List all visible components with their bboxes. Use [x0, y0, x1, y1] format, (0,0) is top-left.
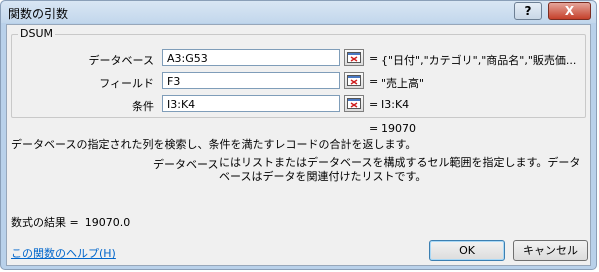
arg-description-name: データベース — [153, 158, 219, 171]
arg-result: {"日付","カテゴリ","商品名","販売価... — [381, 54, 577, 67]
arg-result: I3:K4 — [381, 98, 410, 111]
formula-result-label: 数式の結果 = — [11, 216, 79, 229]
help-button[interactable]: ? — [514, 2, 542, 20]
arg-label: 条件 — [132, 100, 154, 113]
arg-description-text: にはリストまたはデータベースを構成するセル範囲を指定します。データベースはデータ… — [219, 156, 581, 183]
ok-button[interactable]: OK — [429, 240, 505, 261]
arg-row-criteria: 条件 I3:K4 = I3:K4 — [12, 95, 587, 113]
arg-label: フィールド — [99, 77, 154, 90]
function-help-link[interactable]: この関数のヘルプ(H) — [11, 245, 116, 261]
arg-input-database[interactable]: A3:G53 — [162, 49, 340, 66]
function-arguments-dialog: 関数の引数 ? X DSUM データベース A3:G53 = {"日付","カテ… — [0, 0, 597, 270]
title-bar[interactable]: 関数の引数 ? X — [1, 1, 596, 23]
arg-row-field: フィールド F3 = "売上高" — [12, 72, 587, 90]
arg-input-criteria[interactable]: I3:K4 — [162, 95, 340, 112]
close-button[interactable]: X — [548, 2, 591, 20]
equals-sign: = — [369, 75, 379, 88]
equals-sign: = — [369, 52, 379, 65]
arg-input-field[interactable]: F3 — [162, 72, 340, 89]
function-result-equals: = — [369, 122, 379, 135]
collapse-dialog-icon[interactable] — [344, 95, 364, 112]
formula-result: 数式の結果 = 19070.0 — [11, 214, 130, 230]
collapse-dialog-icon[interactable] — [344, 49, 364, 66]
function-description: データベースの指定された列を検索し、条件を満たすレコードの合計を返します。 — [11, 138, 417, 151]
arg-result: "売上高" — [381, 77, 425, 90]
function-name: DSUM — [18, 27, 55, 40]
arg-row-database: データベース A3:G53 = {"日付","カテゴリ","商品名","販売価.… — [12, 49, 587, 67]
dialog-body: DSUM データベース A3:G53 = {"日付","カテゴリ","商品名",… — [6, 24, 591, 266]
dialog-title: 関数の引数 — [8, 7, 69, 21]
arg-label: データベース — [88, 54, 154, 67]
function-args-group: DSUM データベース A3:G53 = {"日付","カテゴリ","商品名",… — [11, 27, 587, 118]
function-result-value: 19070 — [381, 122, 416, 135]
cancel-button[interactable]: キャンセル — [513, 240, 588, 261]
equals-sign: = — [369, 98, 379, 111]
formula-result-value: 19070.0 — [84, 216, 131, 229]
collapse-dialog-icon[interactable] — [344, 72, 364, 89]
